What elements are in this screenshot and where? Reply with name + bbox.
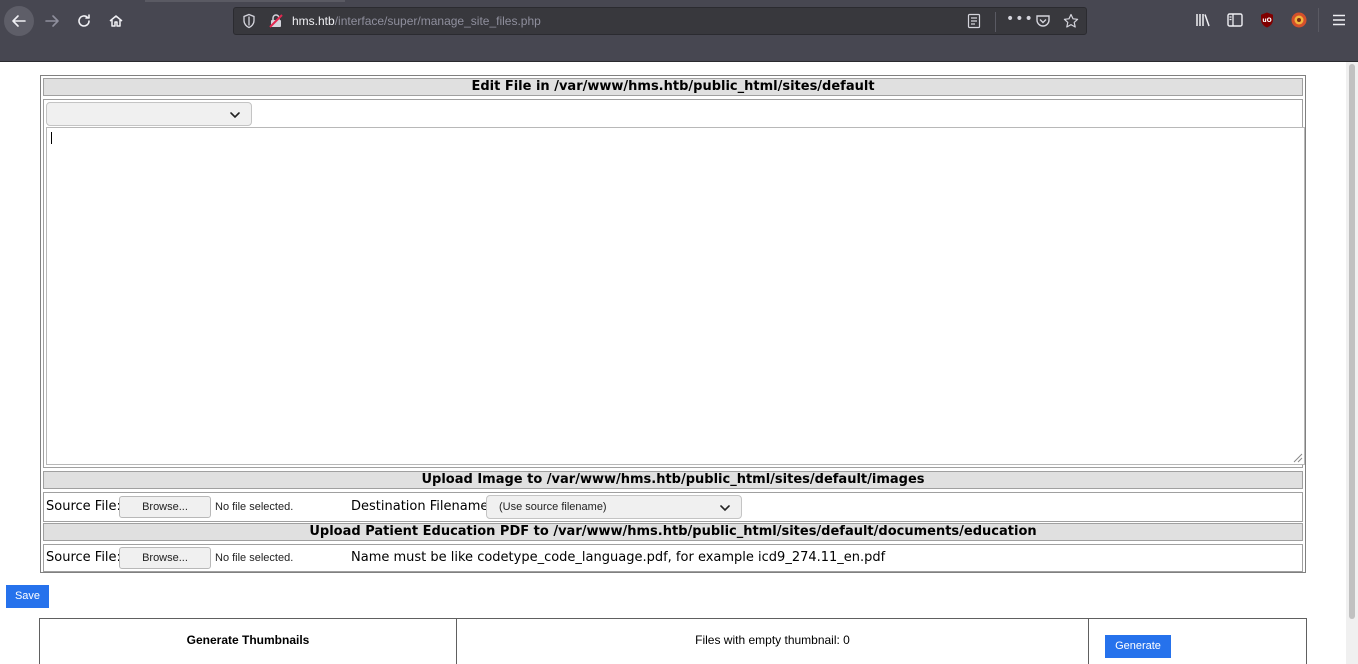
destination-filename-label: Destination Filename: [351,499,493,514]
empty-thumbnail-count: Files with empty thumbnail: 0 [695,633,850,647]
upload-pdf-cell: Source File: Browse... No file selected.… [43,544,1303,572]
arrow-left-icon [12,15,26,27]
image-source-file-label: Source File: [46,499,121,514]
back-button[interactable] [4,6,34,36]
pdf-naming-hint: Name must be like codetype_code_language… [351,550,886,565]
toolbar-divider [1318,8,1319,32]
pdf-browse-button[interactable]: Browse... [119,547,211,569]
tab-strip-edge [145,0,345,2]
url-path: /interface/super/manage_site_files.php [334,14,541,28]
home-icon [109,15,123,27]
pdf-source-file-label: Source File: [46,550,121,565]
arrow-right-icon [45,15,59,27]
home-button[interactable] [102,7,130,35]
reload-icon [78,14,90,27]
file-select[interactable] [46,102,252,126]
urlbar-separator [995,12,996,32]
destination-filename-select[interactable]: (Use source filename) [486,495,742,519]
sidebar-icon[interactable] [1226,11,1244,29]
url-bar[interactable]: hms.htb/interface/super/manage_site_file… [233,7,1087,35]
image-browse-button[interactable]: Browse... [119,496,211,518]
svg-text:uO: uO [1262,17,1271,24]
page-actions-more-icon[interactable]: ••• [1006,11,1033,33]
image-no-file-text: No file selected. [215,501,294,513]
upload-pdf-header: Upload Patient Education PDF to /var/www… [43,523,1303,541]
edit-file-cell [43,99,1305,468]
chevron-down-icon [230,112,240,119]
url-host: hms.htb [292,14,335,28]
reader-view-icon[interactable] [966,13,982,29]
shield-icon[interactable] [241,13,257,29]
thumbnails-title-cell: Generate Thumbnails [40,619,457,664]
chevron-down-icon [720,505,730,512]
pdf-no-file-text: No file selected. [215,552,294,564]
scrollbar-thumb[interactable] [1349,64,1355,619]
ublock-origin-icon[interactable]: uO [1258,11,1276,29]
edit-file-header: Edit File in /var/www/hms.htb/public_htm… [43,78,1303,96]
forward-button[interactable] [38,7,66,35]
insecure-lock-icon[interactable] [268,13,284,29]
reload-button[interactable] [70,7,98,35]
browser-toolbar: hms.htb/interface/super/manage_site_file… [0,0,1358,62]
file-content-textarea[interactable] [46,127,1305,465]
save-button[interactable]: Save [6,585,49,608]
upload-image-cell: Source File: Browse... No file selected.… [43,492,1303,522]
pocket-icon[interactable] [1035,13,1051,29]
bookmark-star-icon[interactable] [1063,13,1079,29]
url-text[interactable]: hms.htb/interface/super/manage_site_file… [292,14,541,28]
generate-button[interactable]: Generate [1105,635,1171,658]
thumbnails-status-cell: Files with empty thumbnail: 0 [457,619,1089,664]
thumbnails-table: Generate Thumbnails Files with empty thu… [39,618,1307,664]
extension-icon[interactable] [1290,11,1308,29]
upload-image-header: Upload Image to /var/www/hms.htb/public_… [43,471,1303,489]
destination-filename-value: (Use source filename) [499,501,607,513]
site-files-form: Edit File in /var/www/hms.htb/public_htm… [40,75,1306,573]
hamburger-menu-icon[interactable] [1330,11,1348,29]
page-content: Edit File in /var/www/hms.htb/public_htm… [0,62,1358,664]
page-scrollbar[interactable] [1346,62,1358,664]
generate-thumbnails-title: Generate Thumbnails [186,633,310,647]
text-cursor [51,132,52,144]
library-icon[interactable] [1194,11,1212,29]
resize-grip-icon[interactable] [1291,451,1303,463]
